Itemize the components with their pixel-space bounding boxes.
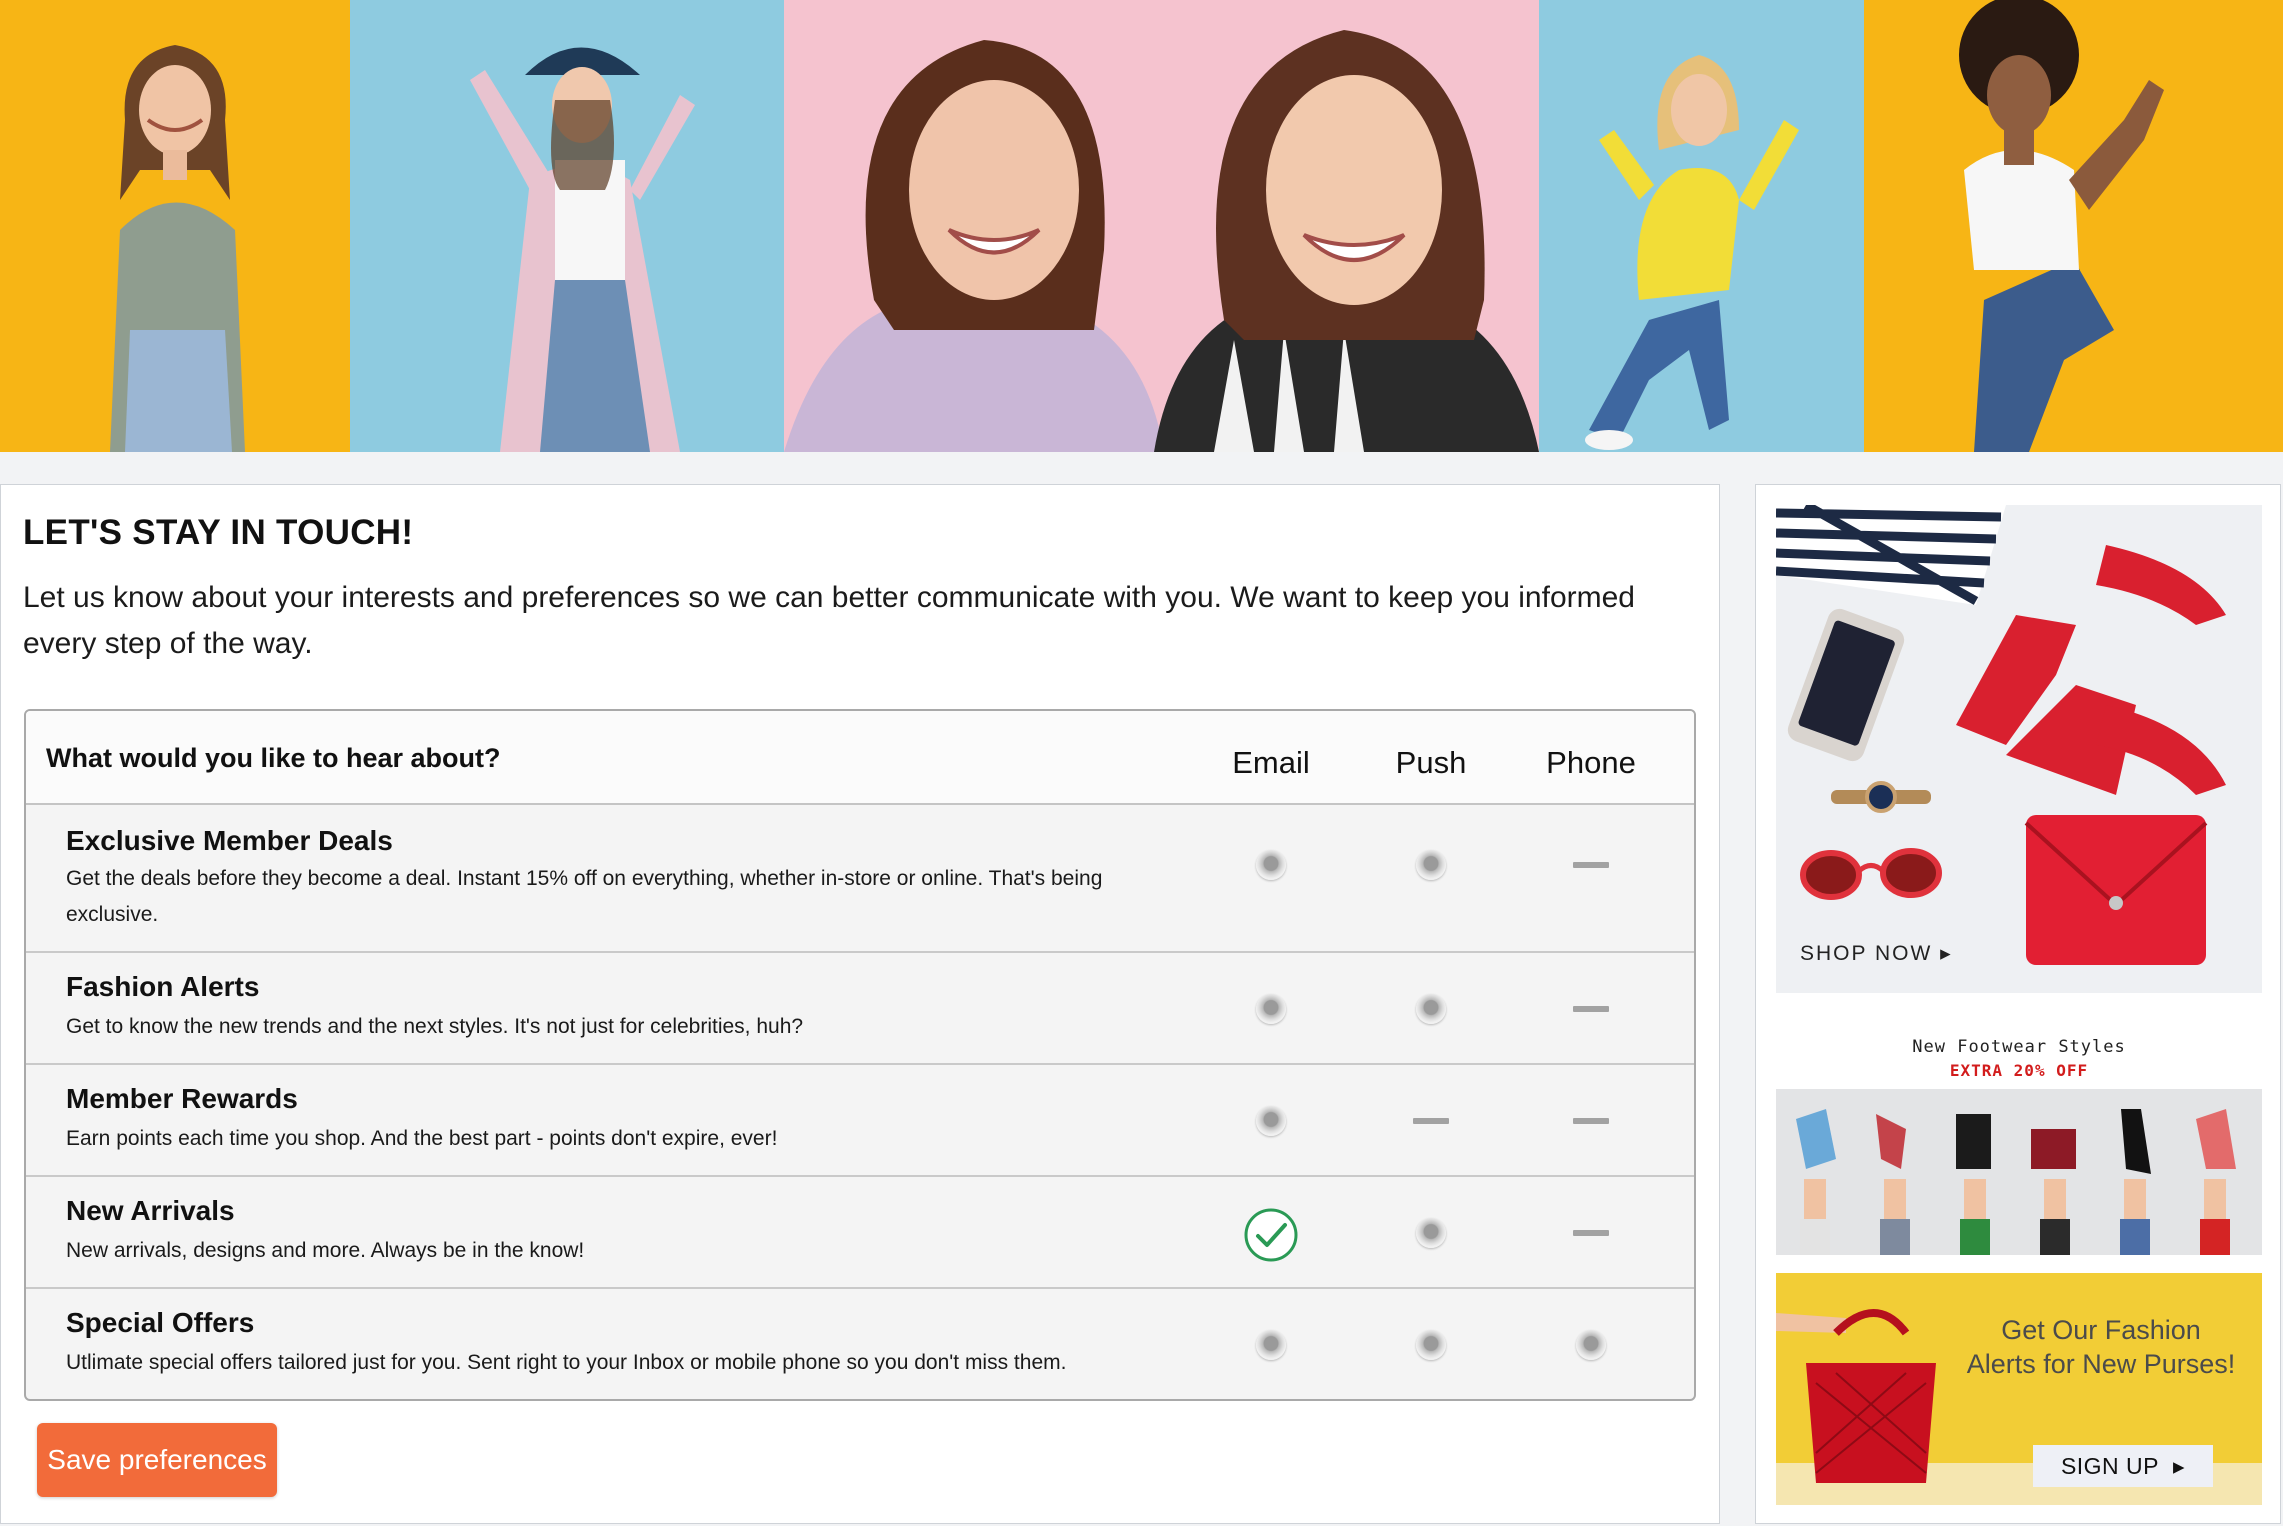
hero-photo-1	[0, 0, 350, 452]
hero-photo-3	[784, 0, 1539, 452]
phone-option[interactable]	[1511, 1321, 1671, 1369]
email-option[interactable]	[1191, 985, 1351, 1033]
radio-button[interactable]	[1416, 850, 1446, 880]
footwear-ad-image[interactable]	[1776, 1089, 2262, 1255]
radio-button[interactable]	[1256, 1330, 1286, 1360]
unavailable-dash-icon	[1573, 1118, 1609, 1124]
hero-photo-2	[350, 0, 784, 452]
footwear-ad-title: New Footwear Styles	[1912, 1037, 2126, 1057]
unavailable-dash-icon	[1413, 1118, 1449, 1124]
push-option[interactable]	[1351, 1321, 1511, 1369]
triangle-right-icon: ▸	[2173, 1452, 2186, 1479]
hero-photo-5	[1864, 0, 2283, 452]
topic-description: Earn points each time you shop. And the …	[66, 1127, 778, 1150]
purse-alert-ad[interactable]: Get Our Fashion Alerts for New Purses! S…	[1776, 1273, 2262, 1505]
topic-row: Fashion Alerts Get to know the new trend…	[26, 953, 1694, 1065]
email-option-checked[interactable]	[1191, 1208, 1351, 1262]
topic-title: Special Offers	[66, 1307, 255, 1338]
channel-header-email: Email	[1232, 745, 1310, 780]
sidebar: SHOP NOW ▸ New Footwear Styles EXTRA 20%…	[1755, 484, 2281, 1524]
radio-button[interactable]	[1256, 1106, 1286, 1136]
radio-button[interactable]	[1256, 994, 1286, 1024]
push-option[interactable]	[1351, 985, 1511, 1033]
radio-button[interactable]	[1576, 1330, 1606, 1360]
topic-description: Get the deals before they become a deal.…	[66, 867, 1103, 926]
unavailable-dash-icon	[1573, 1006, 1609, 1012]
unavailable-dash-icon	[1573, 1230, 1609, 1236]
topic-description: Utlimate special offers tailored just fo…	[66, 1351, 1067, 1374]
question-label: What would you like to hear about?	[46, 743, 501, 773]
radio-button[interactable]	[1256, 850, 1286, 880]
push-option[interactable]	[1351, 841, 1511, 889]
footwear-ad-discount: EXTRA 20% OFF	[1949, 1061, 2089, 1080]
channel-header-push: Push	[1395, 745, 1467, 780]
purse-ad-text: Get Our Fashion Alerts for New Purses!	[1966, 1315, 2236, 1379]
phone-option-unavailable	[1511, 985, 1671, 1033]
preferences-card: LET'S STAY IN TOUCH! Let us know about y…	[0, 484, 1720, 1524]
shop-now-link[interactable]: SHOP NOW ▸	[1800, 941, 1953, 966]
hero-banner	[0, 0, 2283, 452]
push-option-unavailable	[1351, 1097, 1511, 1145]
triangle-right-icon: ▸	[1940, 942, 1953, 965]
email-option[interactable]	[1191, 1097, 1351, 1145]
hero-photo-4	[1539, 0, 1864, 452]
shoes-illustration	[1796, 1109, 2236, 1255]
check-circle-icon[interactable]	[1243, 1207, 1299, 1263]
unavailable-dash-icon	[1573, 862, 1609, 868]
sign-up-button[interactable]: SIGN UP ▸	[2033, 1445, 2213, 1487]
radio-button[interactable]	[1416, 994, 1446, 1024]
accessories-illustration	[1776, 505, 2226, 965]
push-option[interactable]	[1351, 1209, 1511, 1257]
shop-now-label: SHOP NOW	[1800, 942, 1933, 965]
topic-title: Exclusive Member Deals	[66, 825, 393, 856]
save-preferences-button[interactable]: Save preferences	[37, 1423, 277, 1497]
topic-description: Get to know the new trends and the next …	[66, 1015, 804, 1038]
intro-text: Let us know about your interests and pre…	[23, 581, 1635, 660]
email-option[interactable]	[1191, 841, 1351, 889]
page-title: LET'S STAY IN TOUCH!	[23, 513, 414, 552]
topic-title: Member Rewards	[66, 1083, 298, 1114]
shop-now-ad[interactable]: SHOP NOW ▸	[1776, 505, 2262, 993]
channel-header-phone: Phone	[1546, 745, 1636, 780]
preferences-table: What would you like to hear about? Email…	[24, 709, 1696, 1401]
table-header: What would you like to hear about? Email…	[26, 711, 1694, 805]
topic-title: New Arrivals	[66, 1195, 235, 1226]
topic-row: New Arrivals New arrivals, designs and m…	[26, 1177, 1694, 1289]
phone-option-unavailable	[1511, 841, 1671, 889]
topic-description: New arrivals, designs and more. Always b…	[66, 1239, 585, 1262]
sign-up-label: SIGN UP	[2060, 1452, 2160, 1479]
topic-row: Member Rewards Earn points each time you…	[26, 1065, 1694, 1177]
topic-row: Exclusive Member Deals Get the deals bef…	[26, 805, 1694, 953]
phone-option-unavailable	[1511, 1097, 1671, 1145]
topic-title: Fashion Alerts	[66, 971, 260, 1002]
email-option[interactable]	[1191, 1321, 1351, 1369]
radio-button[interactable]	[1416, 1330, 1446, 1360]
radio-button[interactable]	[1416, 1218, 1446, 1248]
phone-option-unavailable	[1511, 1209, 1671, 1257]
topic-row: Special Offers Utlimate special offers t…	[26, 1289, 1694, 1399]
